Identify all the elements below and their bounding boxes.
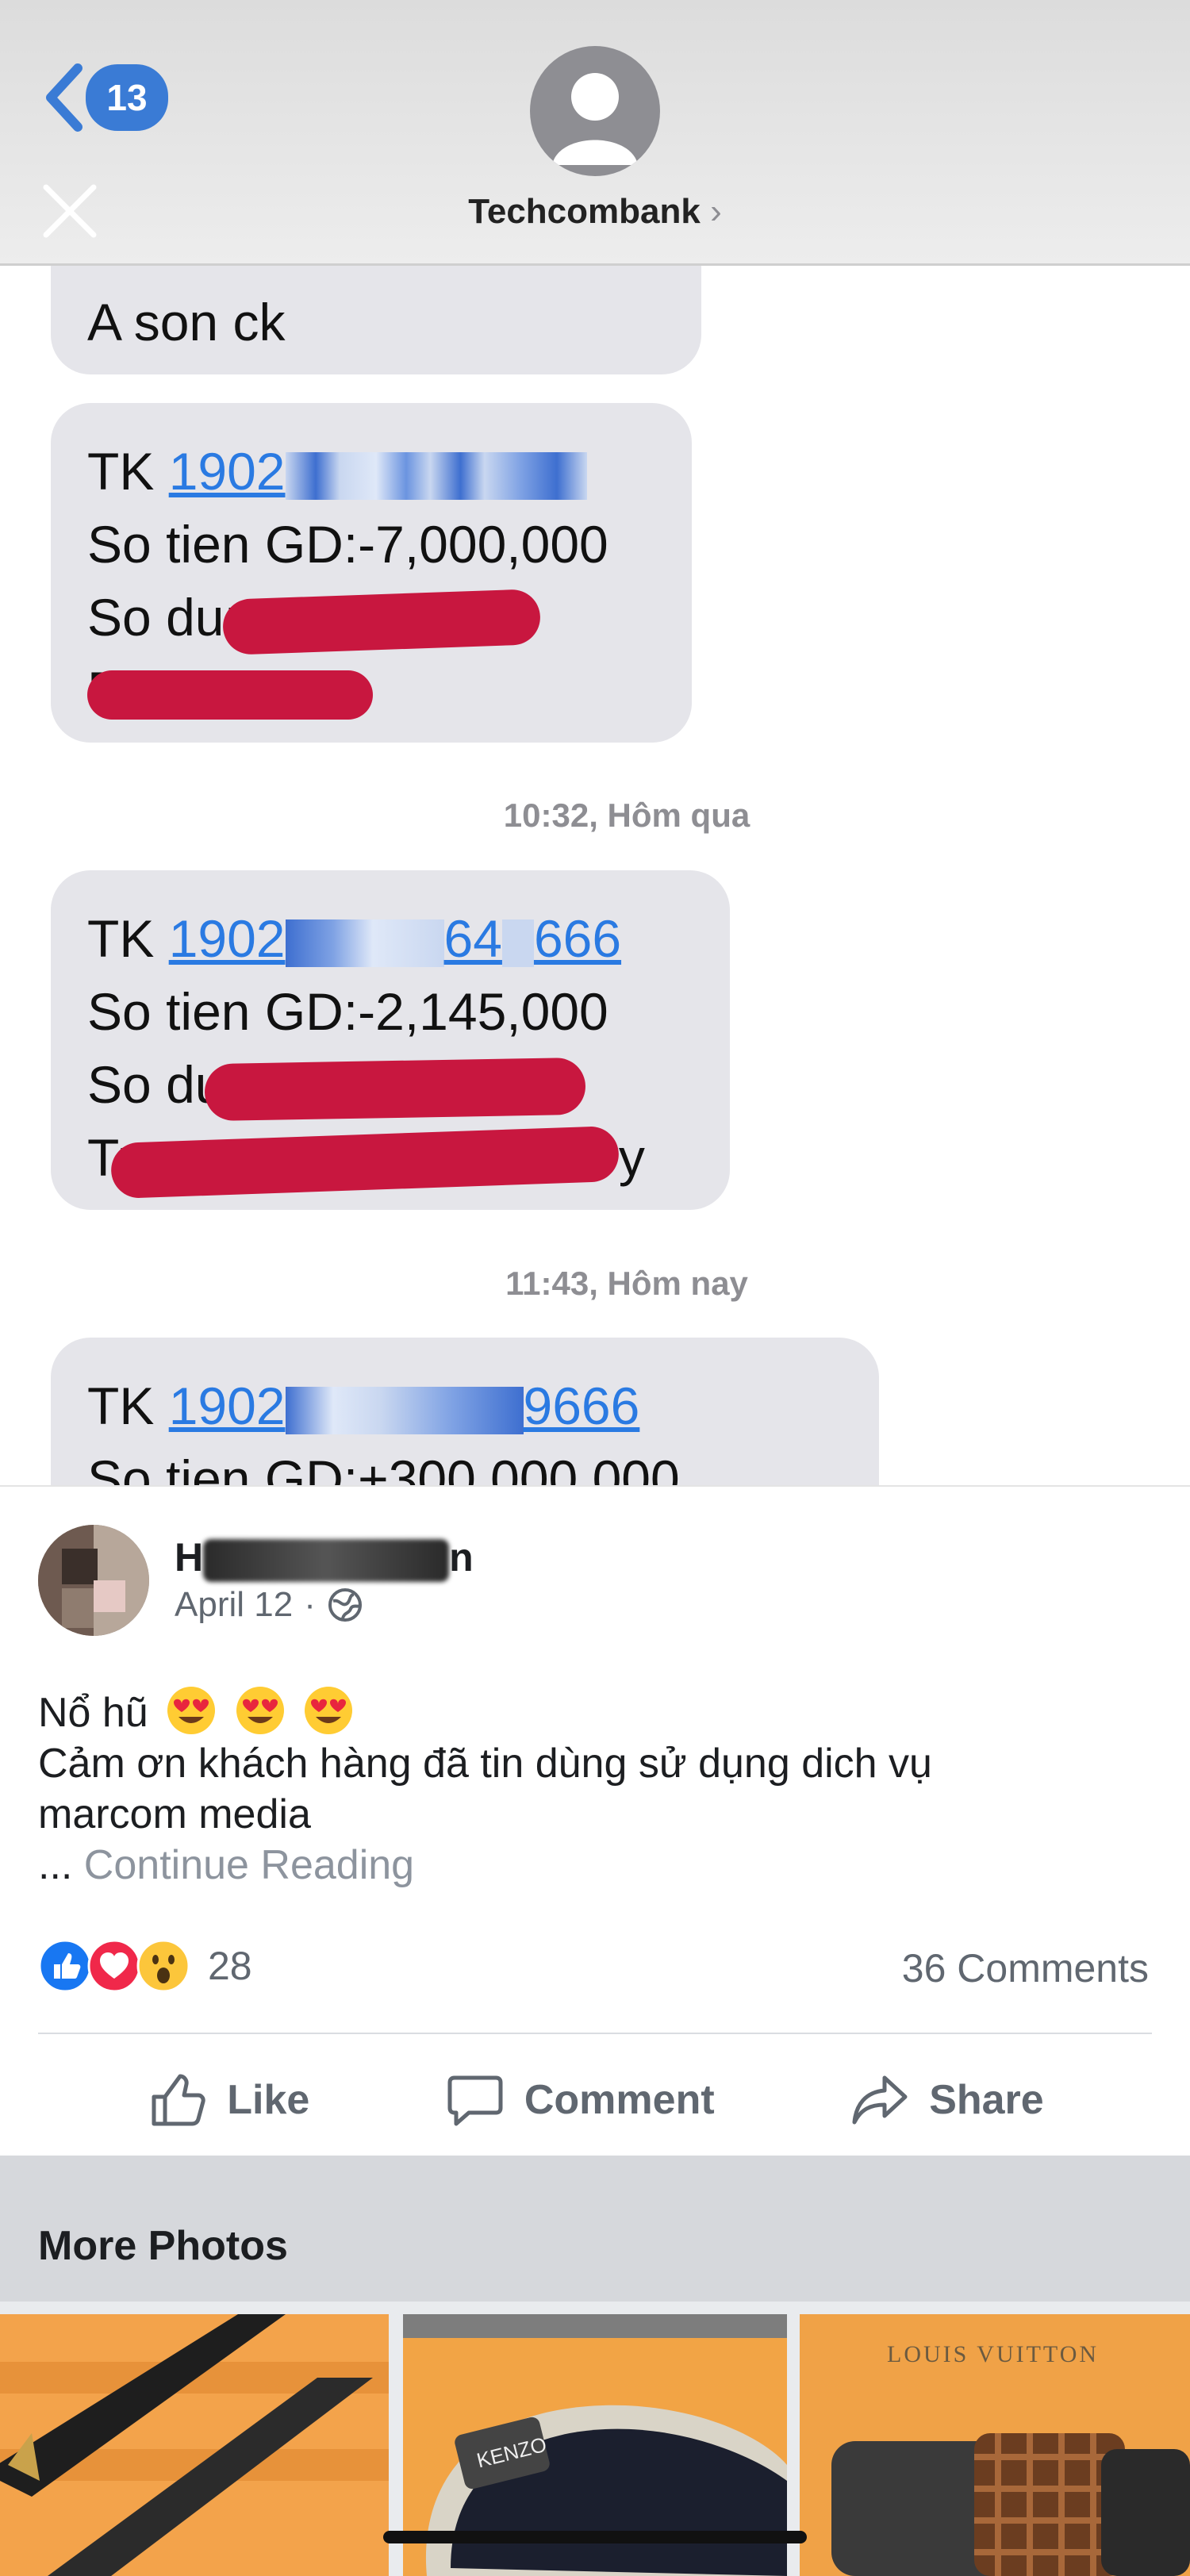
redaction-mark — [109, 1125, 620, 1199]
pixelated-digits — [285, 451, 587, 500]
post-line-2: Cảm ơn khách hàng đã tin dùng sử dụng di… — [38, 1741, 932, 1787]
like-button[interactable]: Like — [146, 2068, 309, 2132]
photo-thumb-3[interactable]: LOUIS VUITTON — [800, 2314, 1190, 2576]
home-indicator[interactable] — [383, 2531, 807, 2543]
globe-icon — [328, 1588, 362, 1622]
pixelated-digits — [285, 1386, 524, 1434]
unread-badge: 13 — [86, 64, 168, 131]
like-reaction-icon — [38, 1939, 92, 1993]
more-photos-section: More Photos KENZO LOUIS VUITTON — [0, 2156, 1190, 2576]
comment-button[interactable]: Comment — [443, 2068, 715, 2132]
contact-name: Techcombank — [468, 192, 701, 231]
wow-reaction-icon — [136, 1939, 190, 1993]
share-button[interactable]: Share — [848, 2068, 1044, 2132]
post-line-4: ... Continue Reading — [38, 1842, 415, 1888]
chevron-right-icon: › — [710, 192, 722, 231]
post-meta: April 12 · — [175, 1585, 363, 1625]
pixelated-digits — [501, 919, 534, 967]
separator-dot: · — [304, 1585, 316, 1624]
share-label: Share — [929, 2076, 1044, 2123]
action-bar: Like Comment Share — [0, 2042, 1190, 2157]
close-icon[interactable] — [38, 179, 102, 243]
sms-line4: F — [87, 654, 655, 727]
post-line-1: Nổ hũ — [38, 1685, 1149, 1738]
heart-eyes-emoji-icon — [305, 1687, 353, 1734]
like-label: Like — [227, 2076, 310, 2123]
reactions-summary[interactable]: 28 — [38, 1939, 252, 1993]
sms-bubble-4: TK 1902 9666 So tien GD:+300,000,000 — [51, 1338, 879, 1485]
tk-label: TK — [87, 442, 155, 501]
post-date[interactable]: April 12 — [175, 1585, 293, 1625]
contact-name-row[interactable]: Techcombank › — [0, 192, 1190, 232]
sms-text: A son ck — [87, 293, 286, 351]
redaction-mark — [87, 670, 374, 720]
comments-count[interactable]: 36 Comments — [902, 1945, 1149, 1991]
sms-amount: So tien GD:-2,145,000 — [87, 982, 608, 1041]
photo-viewer: A son ck TK 1902 So tien GD:-7,000,000 S… — [0, 0, 1190, 1485]
pixelated-digits — [285, 919, 444, 967]
post-panel: Hn April 12 · Nổ hũ Cảm ơn khách hàng đã… — [0, 1485, 1190, 2156]
blurred-name — [203, 1538, 450, 1582]
continue-reading-link[interactable]: Continue Reading — [84, 1842, 414, 1888]
photo-thumb-1[interactable] — [0, 2314, 389, 2576]
comment-label: Comment — [524, 2076, 715, 2123]
sms-balance-line: So du: — [87, 581, 655, 655]
contact-avatar[interactable] — [530, 46, 660, 176]
avatar[interactable] — [38, 1525, 149, 1636]
heart-eyes-emoji-icon — [167, 1687, 216, 1734]
more-photos-title: More Photos — [38, 2223, 288, 2269]
post-line-3: marcom media — [38, 1791, 311, 1837]
author-name[interactable]: Hn — [175, 1534, 474, 1582]
share-icon — [852, 2075, 908, 2124]
sms-line4: Tr y — [87, 1121, 693, 1199]
more-photos-header: More Photos — [0, 2156, 1190, 2302]
sms-header: 13 Techcombank › — [0, 0, 1190, 266]
account-number[interactable]: 1902 64 666 — [169, 909, 621, 968]
sms-account-line: TK 1902 64 666 — [87, 909, 622, 968]
thumbs-up-icon — [152, 2074, 205, 2125]
divider — [38, 2033, 1152, 2034]
account-number[interactable]: 1902 — [169, 442, 587, 501]
comment-icon — [447, 2075, 503, 2125]
redaction-mark — [221, 588, 541, 655]
timestamp: 10:32, Hôm qua — [503, 797, 750, 834]
post-text: Nổ hũ Cảm ơn khách hàng đã tin dùng sử d… — [38, 1685, 1149, 1891]
reaction-count: 28 — [208, 1944, 252, 1988]
sms-account-line: TK 1902 9666 — [87, 1376, 640, 1435]
heart-eyes-emoji-icon — [236, 1687, 284, 1734]
box-brand-label: LOUIS VUITTON — [887, 2341, 1099, 2367]
sms-balance-line: So du — [87, 1048, 693, 1121]
timestamp: 11:43, Hôm nay — [505, 1265, 748, 1302]
wallet-photo: LOUIS VUITTON — [800, 2314, 1190, 2576]
belt-photo — [0, 2314, 389, 2576]
person-icon — [552, 73, 638, 165]
sms-bubble-2: TK 1902 So tien GD:-7,000,000 So du: F — [51, 403, 692, 743]
chevron-left-icon — [46, 63, 83, 132]
sms-bubble-3: TK 1902 64 666 So tien GD:-2,145,000 So du… — [51, 870, 730, 1210]
profile-photo — [38, 1525, 149, 1636]
back-button[interactable]: 13 — [41, 62, 168, 133]
account-number[interactable]: 1902 9666 — [169, 1376, 640, 1435]
sms-account-line: TK 1902 — [87, 435, 655, 508]
redaction-mark — [204, 1057, 587, 1121]
love-reaction-icon — [87, 1939, 141, 1993]
sms-amount: So tien GD:-7,000,000 — [87, 515, 608, 574]
sms-amount: So tien GD:+300,000,000 — [87, 1449, 680, 1485]
